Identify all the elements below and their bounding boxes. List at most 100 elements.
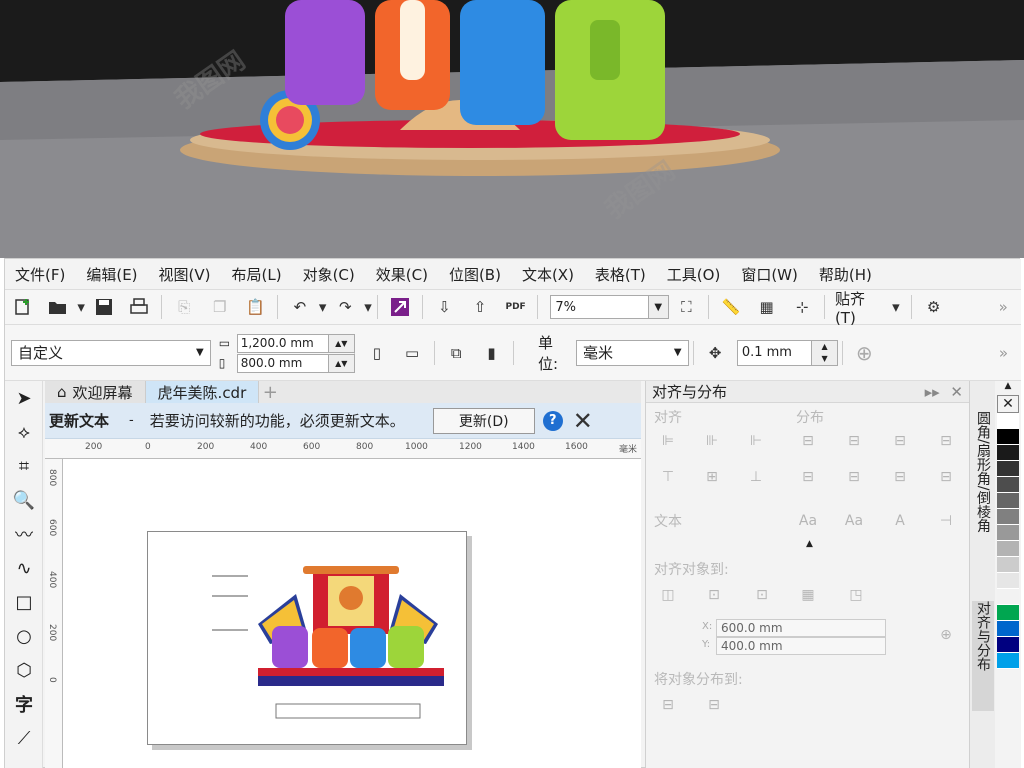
color-swatch[interactable] bbox=[997, 525, 1019, 541]
align-to-grid-icon[interactable]: ▦ bbox=[798, 585, 818, 605]
zoom-level-input[interactable]: 7% bbox=[550, 295, 649, 319]
align-to-point-icon[interactable]: ◳ bbox=[846, 585, 866, 605]
menu-edit[interactable]: 编辑(E) bbox=[86, 264, 137, 285]
side-tab-align[interactable]: 对齐与分布 bbox=[972, 601, 994, 711]
undo-dropdown-icon[interactable]: ▾ bbox=[318, 295, 328, 319]
full-screen-preview-icon[interactable]: ⛶ bbox=[675, 295, 699, 319]
open-folder-icon[interactable] bbox=[47, 295, 71, 319]
color-swatch[interactable] bbox=[997, 493, 1019, 509]
print-icon[interactable] bbox=[128, 295, 152, 319]
distribute-top-icon[interactable]: ⊟ bbox=[798, 467, 818, 487]
color-swatch[interactable] bbox=[997, 541, 1019, 557]
section-expand-icon[interactable]: ▲ bbox=[806, 539, 813, 549]
align-center-h-icon[interactable]: ⊪ bbox=[702, 431, 722, 451]
menu-layout[interactable]: 布局(L) bbox=[232, 264, 282, 285]
current-page-icon[interactable]: ▮ bbox=[480, 341, 503, 365]
rectangle-tool-icon[interactable]: □ bbox=[5, 585, 43, 619]
color-swatch[interactable] bbox=[997, 477, 1019, 493]
align-to-page-center-icon[interactable]: ⊡ bbox=[752, 585, 772, 605]
align-bottom-icon[interactable]: ⊥ bbox=[746, 467, 766, 487]
menu-help[interactable]: 帮助(H) bbox=[819, 264, 872, 285]
height-stepper-icon[interactable]: ▲▼ bbox=[328, 353, 355, 373]
menu-effects[interactable]: 效果(C) bbox=[376, 264, 428, 285]
x-position-input[interactable]: 600.0 mm bbox=[716, 619, 886, 637]
save-icon[interactable] bbox=[92, 295, 116, 319]
snap-dropdown-icon[interactable]: ▾ bbox=[891, 295, 901, 319]
document-page[interactable] bbox=[147, 531, 467, 745]
text-bounding-box-icon[interactable]: A bbox=[890, 511, 910, 531]
color-swatch[interactable] bbox=[997, 509, 1019, 525]
target-point-icon[interactable]: ⊕ bbox=[936, 625, 956, 645]
y-position-input[interactable]: 400.0 mm bbox=[716, 637, 886, 655]
distribute-bottom-icon[interactable]: ⊟ bbox=[936, 467, 956, 487]
polygon-tool-icon[interactable]: ⬡ bbox=[5, 653, 43, 687]
export-icon[interactable]: ⇧ bbox=[468, 295, 492, 319]
toolbar-overflow-icon[interactable]: » bbox=[992, 341, 1015, 365]
distribute-to-selection-icon[interactable]: ⊟ bbox=[658, 695, 678, 715]
menu-object[interactable]: 对象(C) bbox=[303, 264, 355, 285]
drawing-canvas[interactable] bbox=[63, 459, 641, 768]
menu-tools[interactable]: 工具(O) bbox=[667, 264, 721, 285]
side-tab-corners[interactable]: 圆角/扇形角/倒棱角 bbox=[972, 411, 994, 581]
color-swatch[interactable] bbox=[997, 557, 1019, 573]
align-to-active-icon[interactable]: ◫ bbox=[658, 585, 678, 605]
menu-window[interactable]: 窗口(W) bbox=[741, 264, 798, 285]
menu-file[interactable]: 文件(F) bbox=[15, 264, 65, 285]
align-to-page-edge-icon[interactable]: ⊡ bbox=[704, 585, 724, 605]
shape-tool-icon[interactable]: ⟡ bbox=[5, 415, 43, 449]
new-tab-icon[interactable]: + bbox=[259, 381, 281, 403]
pick-tool-icon[interactable]: ➤ bbox=[5, 381, 43, 415]
show-grid-icon[interactable]: ▦ bbox=[755, 295, 779, 319]
open-dropdown-icon[interactable]: ▾ bbox=[76, 295, 86, 319]
import-icon[interactable]: ⇩ bbox=[433, 295, 457, 319]
zoom-tool-icon[interactable]: 🔍 bbox=[5, 483, 43, 517]
distribute-left-icon[interactable]: ⊟ bbox=[798, 431, 818, 451]
cut-icon[interactable]: ⎘ bbox=[172, 295, 196, 319]
show-guidelines-icon[interactable]: ⊹ bbox=[790, 295, 814, 319]
redo-dropdown-icon[interactable]: ▾ bbox=[363, 295, 373, 319]
text-last-line-icon[interactable]: Aa bbox=[844, 511, 864, 531]
menu-table[interactable]: 表格(T) bbox=[595, 264, 646, 285]
copy-icon[interactable]: ❐ bbox=[208, 295, 232, 319]
crop-tool-icon[interactable]: ⌗ bbox=[5, 449, 43, 483]
distribute-vspacing-icon[interactable]: ⊟ bbox=[890, 467, 910, 487]
close-docker-icon[interactable]: ✕ bbox=[950, 383, 963, 401]
pdf-export-icon[interactable]: PDF bbox=[504, 295, 528, 319]
color-swatch[interactable] bbox=[997, 621, 1019, 637]
tab-document[interactable]: 虎年美陈.cdr bbox=[145, 381, 260, 403]
toolbar-overflow-icon[interactable]: » bbox=[991, 295, 1015, 319]
text-outline-icon[interactable]: ⊣ bbox=[936, 511, 956, 531]
align-left-icon[interactable]: ⊫ bbox=[658, 431, 678, 451]
nudge-distance-input[interactable]: 0.1 mm bbox=[736, 339, 813, 366]
color-swatch[interactable] bbox=[997, 461, 1019, 477]
color-swatch[interactable] bbox=[997, 445, 1019, 461]
portrait-icon[interactable]: ▯ bbox=[365, 341, 388, 365]
ellipse-tool-icon[interactable]: ○ bbox=[5, 619, 43, 653]
align-top-icon[interactable]: ⊤ bbox=[658, 467, 678, 487]
zoom-dropdown-icon[interactable]: ▼ bbox=[648, 295, 669, 319]
no-color-swatch[interactable]: ✕ bbox=[997, 395, 1019, 413]
all-pages-icon[interactable]: ⧉ bbox=[445, 341, 468, 365]
redo-icon[interactable]: ↷ bbox=[334, 295, 358, 319]
unit-select[interactable]: 毫米 ▼ bbox=[575, 339, 689, 366]
freehand-tool-icon[interactable]: 〰 bbox=[5, 517, 43, 551]
palette-scroll-up-icon[interactable]: ▲ bbox=[995, 381, 1021, 395]
artistic-media-icon[interactable]: ∿ bbox=[5, 551, 43, 585]
distribute-center-icon[interactable]: ⊟ bbox=[844, 431, 864, 451]
color-swatch[interactable] bbox=[997, 653, 1019, 669]
add-preset-icon[interactable]: ⊕ bbox=[853, 341, 876, 365]
page-width-input[interactable]: 1,200.0 mm bbox=[236, 333, 329, 353]
color-swatch[interactable] bbox=[997, 429, 1019, 445]
color-swatch[interactable] bbox=[997, 589, 1019, 605]
align-center-v-icon[interactable]: ⊞ bbox=[702, 467, 722, 487]
page-preset-select[interactable]: 自定义 ▼ bbox=[11, 339, 211, 366]
nudge-stepper-icon[interactable]: ▲ ▼ bbox=[812, 339, 838, 366]
align-right-icon[interactable]: ⊩ bbox=[746, 431, 766, 451]
tab-welcome-screen[interactable]: ⌂ 欢迎屏幕 bbox=[45, 381, 146, 403]
page-height-input[interactable]: 800.0 mm bbox=[236, 353, 329, 373]
menu-bitmaps[interactable]: 位图(B) bbox=[449, 264, 501, 285]
close-icon[interactable]: ✕ bbox=[573, 407, 593, 435]
color-swatch[interactable] bbox=[997, 637, 1019, 653]
horizontal-ruler[interactable]: 200 0 200 400 600 800 1000 1200 1400 160… bbox=[45, 439, 641, 459]
distribute-to-page-icon[interactable]: ⊟ bbox=[704, 695, 724, 715]
